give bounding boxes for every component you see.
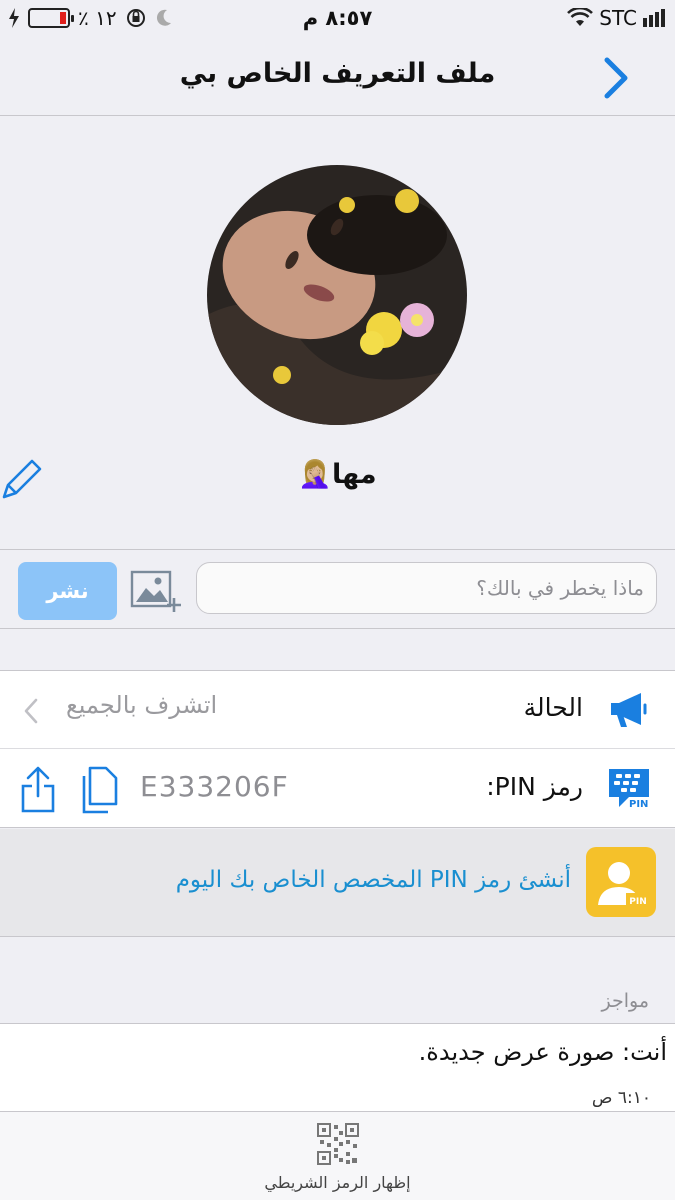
- nav-bar: ملف التعريف الخاص بي: [0, 38, 675, 116]
- copy-pin-button[interactable]: [80, 766, 120, 814]
- page-title: ملف التعريف الخاص بي: [179, 58, 496, 89]
- post-composer: نشر: [0, 549, 675, 629]
- show-barcode-button[interactable]: إظهار الرمز الشريطي: [0, 1111, 675, 1200]
- post-input[interactable]: [196, 562, 657, 614]
- update-text: أنت: صورة عرض جديدة.: [418, 1038, 667, 1066]
- megaphone-icon: [611, 693, 647, 727]
- signal-icon: [643, 9, 665, 27]
- chevron-right-icon: [604, 57, 628, 99]
- profile-name: مها🤦🏼‍♀️: [298, 459, 377, 490]
- pin-icon-badge: PIN: [629, 799, 648, 810]
- chevron-left-icon: [24, 698, 38, 724]
- show-barcode-label: إظهار الرمز الشريطي: [264, 1173, 411, 1192]
- avatar[interactable]: [207, 165, 467, 425]
- status-label: الحالة: [523, 693, 583, 722]
- status-bar: ٪ ١٢ ٨:٥٧ م STC: [0, 0, 675, 38]
- add-photo-icon: [130, 570, 181, 612]
- promo-text: أنشئ رمز PIN المخصص الخاص بك اليوم: [175, 867, 571, 893]
- custom-pin-promo[interactable]: PIN أنشئ رمز PIN المخصص الخاص بك اليوم: [0, 829, 675, 937]
- add-image-button[interactable]: [130, 568, 182, 614]
- pin-row: PIN رمز PIN: E333206F: [0, 750, 675, 828]
- updates-header: مواجز: [601, 990, 650, 1012]
- pin-label: رمز PIN:: [486, 772, 583, 801]
- profile-info: الحالة اتشرف بالجميع PIN رمز PIN: E33320…: [0, 670, 675, 828]
- status-value: اتشرف بالجميع: [66, 691, 218, 719]
- share-icon: [21, 766, 55, 813]
- back-button[interactable]: [597, 56, 637, 100]
- qr-code-icon: [317, 1123, 359, 1165]
- avatar-photo: [207, 165, 467, 425]
- promo-icon-badge: PIN: [629, 897, 646, 907]
- share-pin-button[interactable]: [20, 764, 56, 814]
- list-item[interactable]: أنت: صورة عرض جديدة. ٦:١٠ ص: [0, 1023, 675, 1111]
- publish-button[interactable]: نشر: [18, 562, 117, 620]
- status-row[interactable]: الحالة اتشرف بالجميع: [0, 671, 675, 749]
- copy-icon: [82, 766, 118, 814]
- carrier-name: STC: [599, 6, 637, 30]
- pin-value: E333206F: [140, 770, 289, 803]
- update-time: ٦:١٠ ص: [591, 1088, 651, 1108]
- custom-pin-icon: PIN: [586, 847, 656, 917]
- status-right: STC: [567, 6, 665, 30]
- bbm-pin-icon: PIN: [609, 769, 649, 810]
- wifi-icon: [567, 8, 594, 26]
